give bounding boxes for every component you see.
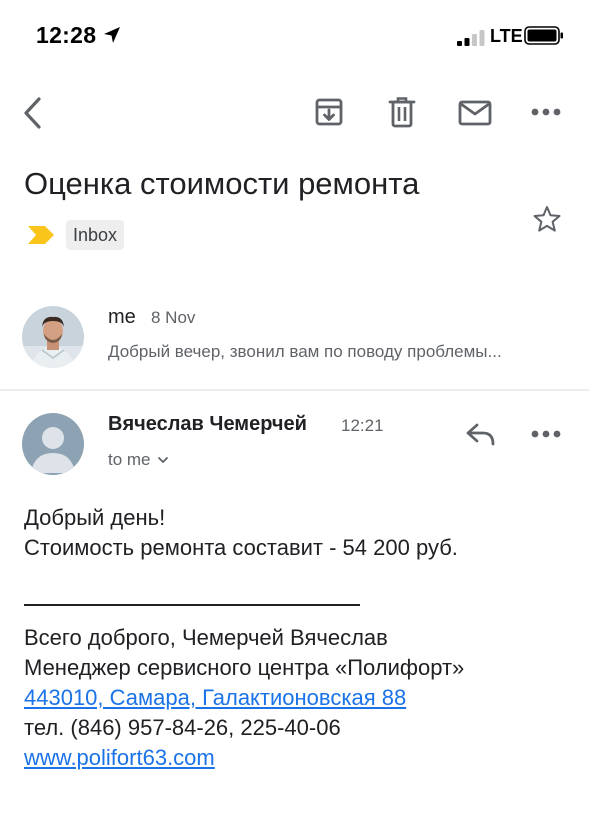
collapsed-message[interactable]: me 8 Nov Добрый вечер, звонил вам по пов… [0, 290, 589, 390]
avatar [22, 306, 84, 368]
reply-button[interactable] [462, 420, 500, 450]
sender-avatar [22, 413, 84, 475]
signature-separator [24, 604, 360, 606]
delete-button[interactable] [385, 94, 419, 130]
recipient-details[interactable]: to me [108, 450, 169, 470]
address-link[interactable]: 443010, Самара, Галактионовская 88 [24, 683, 406, 713]
email-subject: Оценка стоимости ремонта [24, 166, 420, 201]
body-greeting: Добрый день! [24, 505, 166, 530]
battery-icon [524, 26, 563, 45]
chevron-down-icon [157, 457, 168, 463]
person-icon [22, 413, 84, 475]
back-icon [24, 97, 41, 129]
network-type: LTE [490, 26, 523, 46]
star-button[interactable] [530, 202, 564, 236]
body-price-line: Стоимость ремонта составит - 54 200 руб. [24, 535, 458, 560]
message-more-button[interactable] [528, 424, 564, 444]
important-label-icon[interactable] [26, 224, 56, 246]
inbox-label-chip[interactable]: Inbox [66, 220, 125, 250]
signature-name: Всего доброго, Чемерчей Вячеслав [24, 625, 388, 650]
signature-title: Менеджер сервисного центра «Полифорт» [24, 655, 465, 680]
collapsed-snippet: Добрый вечер, звонил вам по поводу пробл… [108, 342, 502, 361]
mail-icon [458, 100, 492, 126]
more-icon [531, 108, 561, 116]
collapsed-date: 8 Nov [151, 308, 196, 327]
website-link[interactable]: www.polifort63.com [24, 743, 215, 773]
back-button[interactable] [18, 94, 48, 132]
recipient-label: to me [108, 450, 151, 469]
status-time: 12:28 [36, 22, 97, 48]
sender-name: Вячеслав Чемерчей [108, 413, 307, 435]
archive-icon [315, 98, 343, 126]
location-arrow-icon [104, 27, 120, 43]
signature-phone: тел. (846) 957-84-26, 225-40-06 [24, 715, 341, 740]
sender-time: 12:21 [341, 416, 384, 435]
collapsed-sender: me [108, 306, 136, 328]
signal-icon [457, 30, 485, 46]
trash-icon [388, 97, 416, 128]
reply-icon [466, 423, 495, 446]
more-options-button[interactable] [528, 102, 564, 122]
more-icon [531, 430, 561, 438]
mark-unread-button[interactable] [456, 98, 494, 128]
message-divider [0, 389, 589, 391]
star-outline-icon [533, 206, 561, 232]
archive-button[interactable] [312, 95, 346, 129]
